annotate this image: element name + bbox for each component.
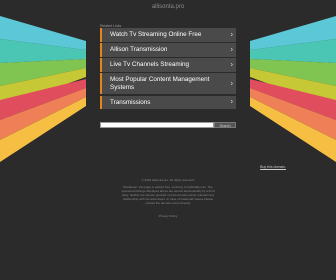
buy-domain-link[interactable]: Buy this domain. [260, 165, 286, 169]
related-link-item[interactable]: Live Tv Channels Streaming › [100, 58, 236, 72]
search-bar: Search [100, 122, 236, 128]
chevron-right-icon: › [230, 79, 233, 87]
related-link-label: Most Popular Content Management Systems [110, 76, 210, 91]
related-link-item[interactable]: Watch Tv Streaming Online Free › [100, 28, 236, 42]
domain-title: allisonta.pro [151, 4, 185, 10]
footer: © 2022 allisonta.pro. All rights reserve… [0, 178, 336, 218]
copyright-text: © 2022 allisonta.pro. All rights reserve… [141, 178, 195, 182]
related-link-label: Transmissions [110, 98, 151, 106]
search-input[interactable] [100, 122, 214, 128]
related-link-label: Live Tv Channels Streaming [110, 61, 189, 68]
related-links-list: Watch Tv Streaming Online Free › Allison… [100, 28, 236, 111]
related-link-item[interactable]: Allison Transmission › [100, 43, 236, 57]
chevron-right-icon: › [230, 46, 233, 53]
search-button[interactable]: Search [214, 122, 236, 128]
chevron-right-icon: › [230, 98, 233, 106]
related-link-label: Allison Transmission [110, 46, 168, 53]
disclaimer-line: contact the domain owner directly. [145, 201, 191, 205]
chevron-right-icon: › [230, 61, 233, 68]
privacy-policy-link[interactable]: Privacy Policy [0, 214, 336, 218]
chevron-right-icon: › [230, 31, 233, 38]
related-link-item[interactable]: Transmissions › [100, 95, 236, 109]
related-link-label: Watch Tv Streaming Online Free [110, 31, 202, 38]
related-link-item[interactable]: Most Popular Content Management Systems … [100, 73, 236, 94]
